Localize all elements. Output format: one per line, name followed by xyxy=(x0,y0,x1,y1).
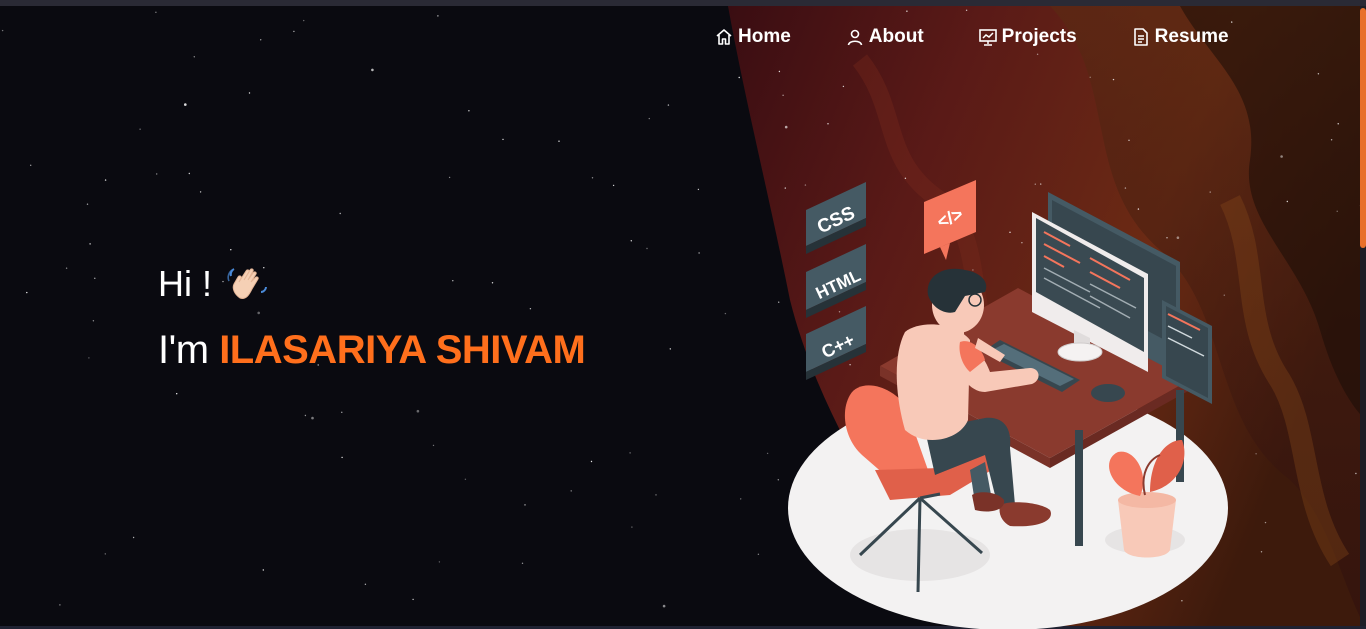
waving-hand-icon xyxy=(226,262,270,306)
nav-projects[interactable]: Projects xyxy=(978,26,1077,48)
nav-about-label: About xyxy=(868,26,924,47)
nav-home[interactable]: Home xyxy=(714,26,791,48)
nav-about[interactable]: About xyxy=(845,26,924,48)
nav-projects-label: Projects xyxy=(1001,26,1077,47)
badge-html: HTML xyxy=(806,244,866,318)
greeting-text: Hi ! xyxy=(158,263,212,304)
greeting: Hi ! xyxy=(158,256,585,312)
user-icon xyxy=(845,27,865,47)
page: Home About Projects Resume Hi ! I'm ILAS… xyxy=(0,0,1366,629)
badge-css: CSS xyxy=(806,182,866,254)
document-icon xyxy=(1131,27,1151,47)
hero-section: Hi ! I'm ILASARIYA SHIVAM xyxy=(158,256,586,373)
code-bubble: </> xyxy=(924,180,976,260)
intro-prefix: I'm xyxy=(158,328,220,372)
hero-name: ILASARIYA SHIVAM xyxy=(219,328,586,372)
nav-home-label: Home xyxy=(738,26,791,47)
mouse xyxy=(1091,384,1125,402)
desk-leg xyxy=(1075,430,1083,546)
nav-resume[interactable]: Resume xyxy=(1131,26,1229,48)
nav-resume-label: Resume xyxy=(1154,26,1229,47)
intro-line: I'm ILASARIYA SHIVAM xyxy=(158,328,586,373)
home-icon xyxy=(714,27,734,47)
navbar: Home About Projects Resume xyxy=(714,26,1229,48)
presentation-icon xyxy=(978,27,998,47)
badge-cpp: C++ xyxy=(806,306,866,380)
plant-pot xyxy=(1118,500,1176,558)
